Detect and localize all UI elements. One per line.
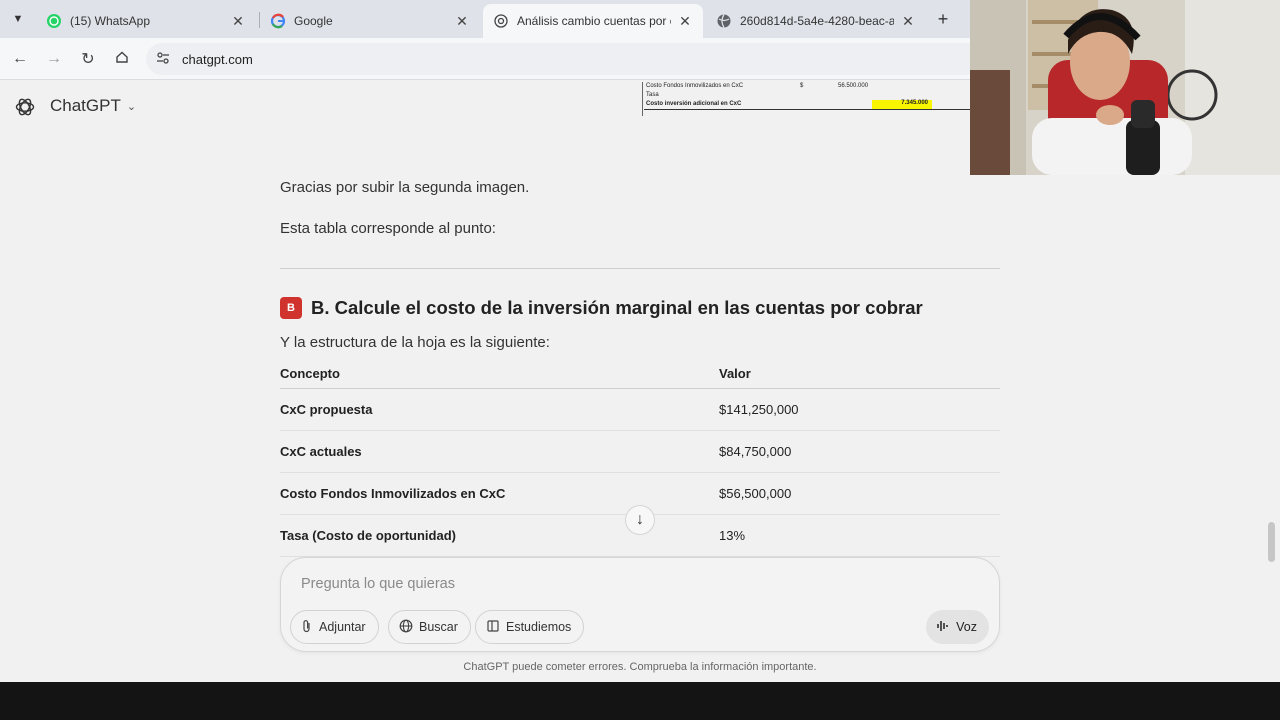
video-letterbox [0,682,1280,720]
scroll-to-bottom-button[interactable]: ↓ [625,505,655,535]
voice-waveform-icon [936,620,950,635]
arrow-down-icon: ↓ [636,511,644,528]
paperclip-icon [301,619,313,636]
whatsapp-icon [46,13,62,29]
study-button[interactable]: Estudiemos [475,610,585,644]
assistant-message-text: Esta tabla corresponde al punto: [280,220,496,237]
sheet-border [644,109,970,110]
sheet-amount: 56.500.000 [838,83,869,89]
sheet-label: Costo Fondos Inmovilizados en CxC [646,83,744,89]
study-label: Estudiemos [506,620,572,634]
home-icon [115,50,129,69]
chevron-down-icon: ▼ [12,13,24,25]
tab-title: Google [294,14,333,28]
disclaimer-text: ChatGPT puede cometer errores. Comprueba… [463,661,817,673]
table-cell-value: $84,750,000 [719,430,1000,473]
message-composer[interactable]: Pregunta lo que quieras Adjuntar Buscar … [280,557,1000,652]
plus-icon: + [937,9,949,29]
table-cell-concept: CxC propuesta [280,388,719,431]
model-selector[interactable]: ChatGPT ⌄ [50,96,136,116]
new-tab-button[interactable]: + [932,8,954,30]
search-button[interactable]: Buscar [388,610,471,644]
tab-google[interactable]: Google ✕ [260,4,480,38]
sheet-label: Tasa [646,92,659,98]
tab-search-button[interactable]: ▼ [6,7,30,31]
table-cell-concept: Costo Fondos Inmovilizados en CxC [280,472,719,515]
assistant-message-text: Y la estructura de la hoja es la siguien… [280,334,550,351]
close-icon[interactable]: ✕ [454,13,470,30]
table-header-cell: Concepto [280,362,719,389]
table-row: CxC propuesta $141,250,000 [280,388,1000,431]
table-row: CxC actuales $84,750,000 [280,430,1000,473]
letter-b-badge-icon: B [280,297,302,319]
forward-button[interactable]: → [42,47,66,71]
table-cell-value: 13% [719,514,1000,557]
page-scrollbar[interactable] [1268,522,1275,562]
uploaded-sheet-image: Costo Fondos Inmovilizados en CxC $ 56.5… [640,80,970,118]
url-text: chatgpt.com [182,51,253,67]
attach-label: Adjuntar [319,620,366,634]
reload-icon: ↻ [81,51,95,68]
tab-whatsapp[interactable]: (15) WhatsApp ✕ [36,4,256,38]
reload-button[interactable]: ↻ [76,47,100,71]
table-header-cell: Valor [719,362,1000,389]
model-name: ChatGPT [50,96,121,115]
tab-document[interactable]: 260d814d-5a4e-4280-beac-a3b ✕ [706,4,926,38]
globe-icon [399,619,413,636]
arrow-left-icon: ← [12,50,28,67]
close-icon[interactable]: ✕ [677,13,693,30]
arrow-right-icon: → [46,50,62,67]
close-icon[interactable]: ✕ [230,13,246,30]
attach-button[interactable]: Adjuntar [290,610,379,644]
chevron-down-icon: ⌄ [126,100,137,113]
book-icon [486,619,500,636]
home-button[interactable] [110,47,134,71]
voice-label: Voz [956,620,977,634]
prompt-input[interactable]: Pregunta lo que quieras [301,576,455,592]
assistant-message-text: Gracias por subir la segunda imagen. [280,179,530,196]
tab-chatgpt[interactable]: Análisis cambio cuentas por co ✕ [483,4,703,38]
sheet-currency: $ [800,83,804,89]
section-heading-text: B. Calcule el costo de la inversión marg… [311,297,923,318]
table-header-row: Concepto Valor [280,362,1000,389]
google-icon [270,13,286,29]
close-icon[interactable]: ✕ [900,13,916,30]
section-heading: B B. Calcule el costo de la inversión ma… [280,297,923,319]
tab-title: Análisis cambio cuentas por co [517,14,671,28]
browser-window: ▼ (15) WhatsApp ✕ Google ✕ Análisis camb… [0,0,1280,682]
table-cell-value: $141,250,000 [719,388,1000,431]
sheet-label: Costo inversión adicional en CxC [646,101,742,107]
search-label: Buscar [419,620,458,634]
sheet-highlight-amount: 7.345.000 [872,100,932,109]
chatgpt-logo-icon[interactable] [14,96,36,118]
chatgpt-icon [493,13,509,29]
tab-title: (15) WhatsApp [70,14,151,28]
site-settings-icon[interactable] [156,51,172,67]
tab-title: 260d814d-5a4e-4280-beac-a3b [740,14,894,28]
voice-button[interactable]: Voz [926,610,989,644]
table-cell-value: $56,500,000 [719,472,1000,515]
table-cell-concept: CxC actuales [280,430,719,473]
sheet-border [642,82,643,116]
globe-icon [716,13,732,29]
divider [280,268,1000,269]
back-button[interactable]: ← [8,47,32,71]
webcam-overlay [970,0,1280,175]
